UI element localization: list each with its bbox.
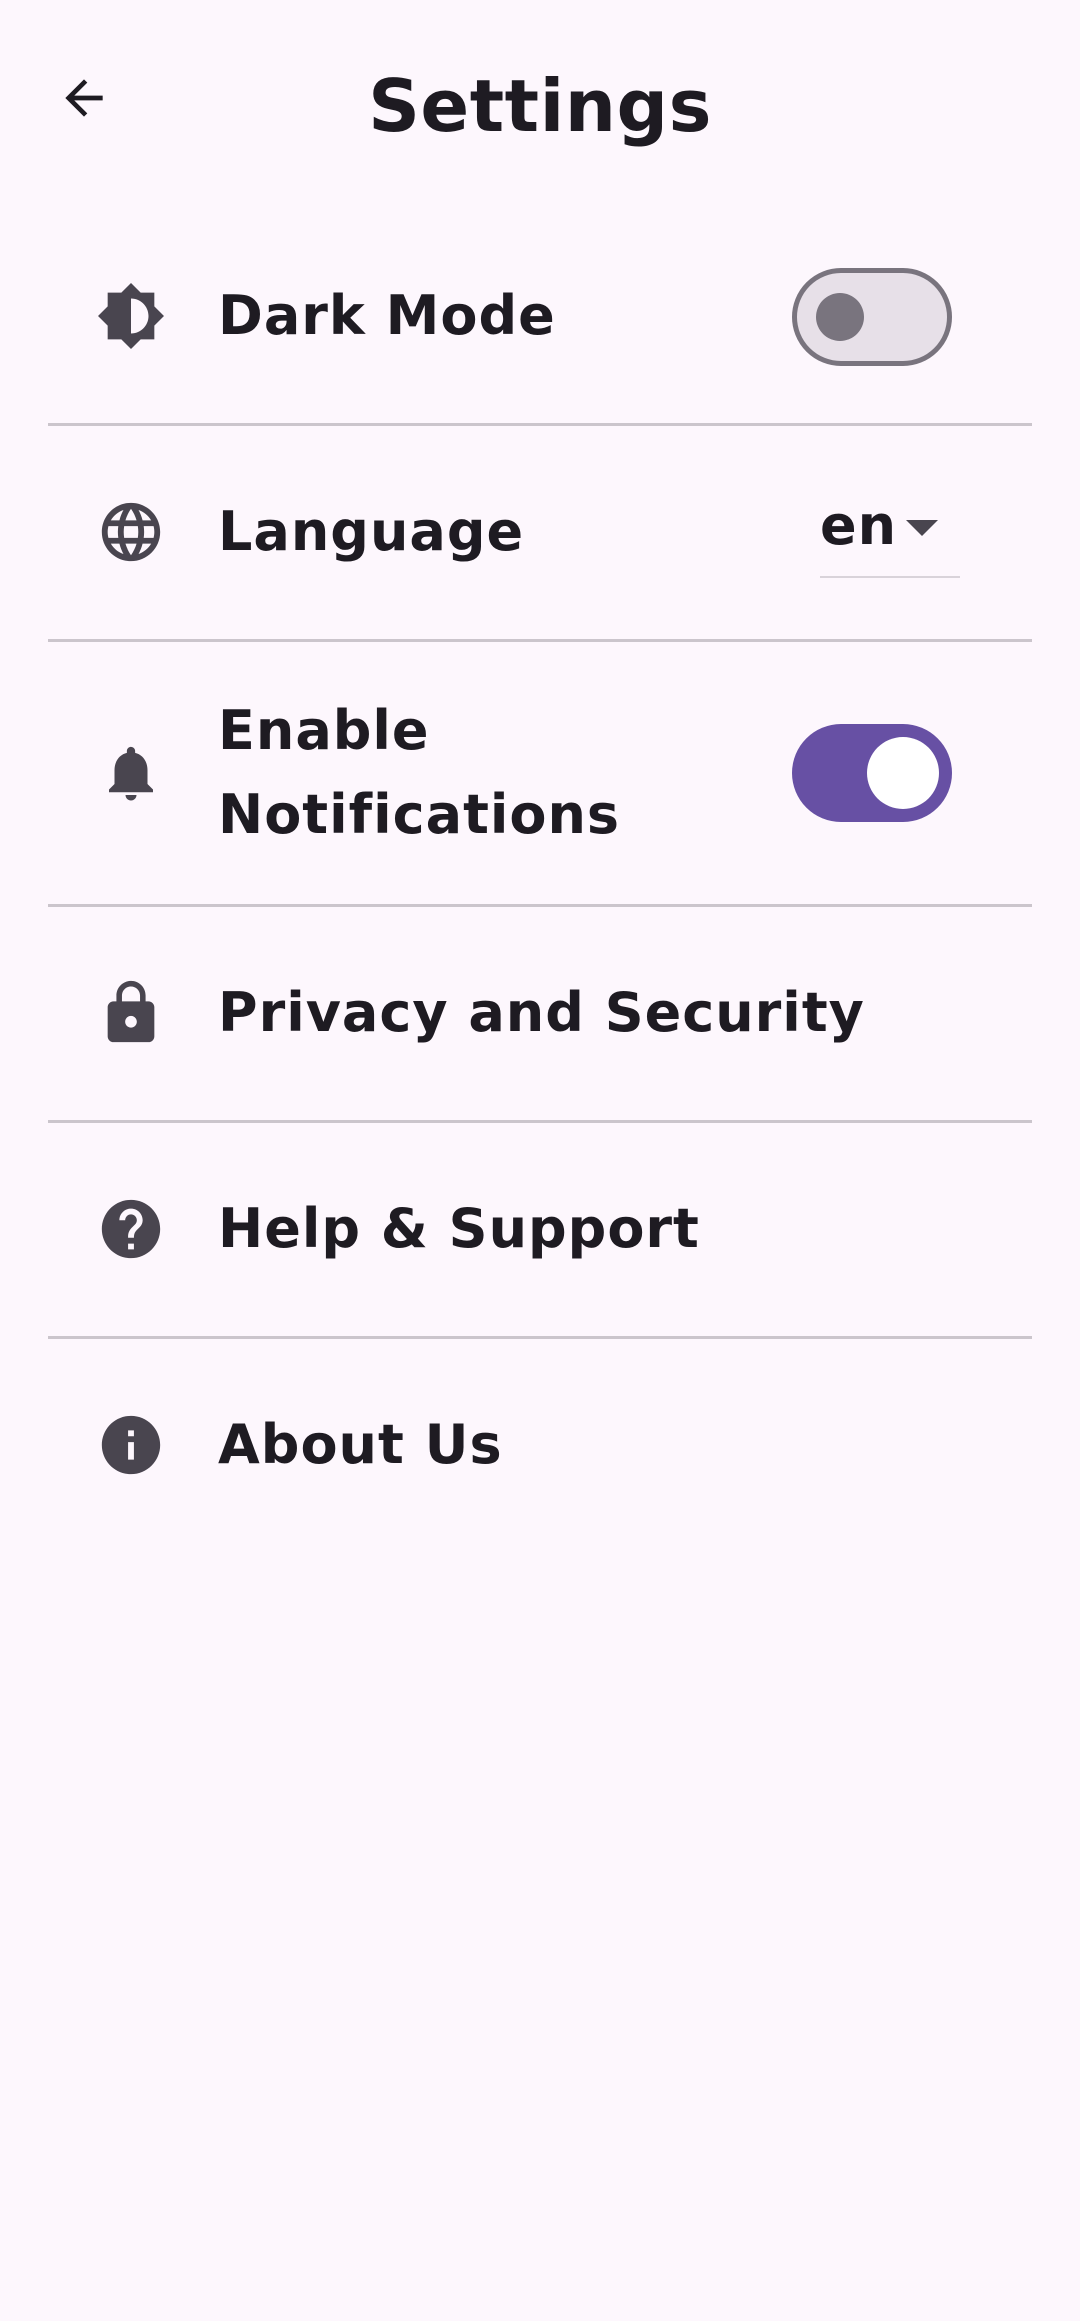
bell-icon [96, 738, 166, 808]
setting-label: Dark Mode [218, 284, 556, 347]
info-circle-icon [96, 1410, 166, 1480]
setting-label: About Us [218, 1413, 503, 1476]
setting-about[interactable]: About Us [48, 1339, 1032, 1552]
dropdown-caret-icon [906, 520, 938, 536]
setting-label: Language [218, 500, 525, 563]
setting-privacy[interactable]: Privacy and Security [48, 907, 1032, 1123]
setting-language[interactable]: Language en [48, 426, 1032, 642]
setting-dark-mode[interactable]: Dark Mode [48, 210, 1032, 426]
setting-notifications[interactable]: Enable Notifications [48, 642, 1032, 907]
toggle-knob [816, 293, 864, 341]
lock-icon [96, 978, 166, 1048]
setting-label: Enable Notifications [218, 699, 621, 846]
toggle-knob [867, 737, 939, 809]
dark-mode-toggle[interactable] [792, 268, 952, 366]
setting-label: Help & Support [218, 1197, 700, 1260]
app-bar: Settings [0, 0, 1080, 210]
notifications-toggle[interactable] [792, 724, 952, 822]
brightness-contrast-icon [96, 281, 166, 351]
help-circle-icon [96, 1194, 166, 1264]
page-title: Settings [368, 64, 712, 148]
settings-list: Dark Mode Language en Enable Notificatio… [48, 210, 1032, 1552]
language-value: en [820, 494, 898, 557]
setting-help[interactable]: Help & Support [48, 1123, 1032, 1339]
setting-label: Privacy and Security [218, 981, 865, 1044]
globe-icon [96, 497, 166, 567]
language-select[interactable]: en [820, 486, 960, 578]
